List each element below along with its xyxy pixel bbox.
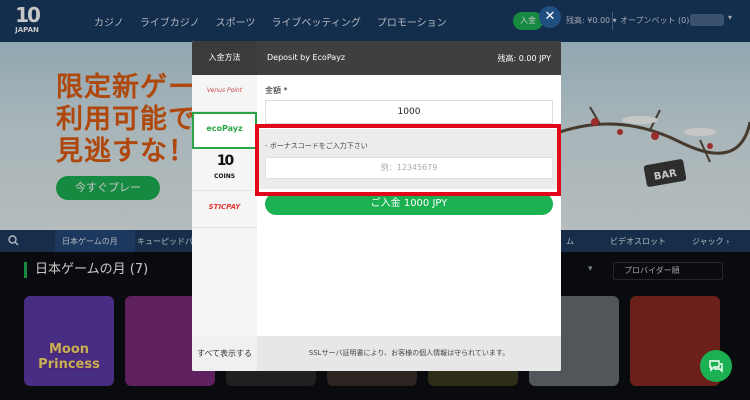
coins-logo-mark: 10 [216,153,234,169]
payment-method-ecopayz[interactable]: ecoPayz [192,112,257,149]
payment-method-venus-point[interactable]: Venus Point [192,75,257,112]
close-icon[interactable]: ✕ [539,6,561,28]
ecopayz-logo: ecoPayz [206,124,243,133]
chat-button[interactable] [700,350,732,382]
venus-point-logo: Venus Point [206,87,243,94]
payment-method-heading: 入金方法 [192,41,257,75]
payment-method-coins[interactable]: 10 COINS [192,149,257,191]
modal-title: Deposit by EcoPayz [267,53,346,62]
amount-label: 金額 * [265,86,288,95]
show-all-methods-button[interactable]: すべて表示する [192,336,257,371]
payment-method-sidebar: 入金方法 Venus Point ecoPayz 10 COINS STICPA… [192,41,257,371]
payment-method-sticpay[interactable]: STICPAY [192,191,257,228]
amount-input[interactable]: 1000 [265,100,553,124]
sticpay-logo: STICPAY [208,203,241,211]
ssl-security-note: SSLサーバ証明書により、お客様の個人情報は守られています。 [257,336,561,371]
modal-header: Deposit by EcoPayz 残高: 0.00 JPY [257,41,561,75]
deposit-modal: 入金方法 Venus Point ecoPayz 10 COINS STICPA… [192,41,561,371]
deposit-submit-button[interactable]: ご入金 1000 JPY [265,193,553,215]
bonus-code-highlight-frame [255,124,561,196]
coins-logo: COINS [213,173,236,180]
chat-icon [709,360,723,373]
modal-balance: 残高: 0.00 JPY [497,54,552,63]
